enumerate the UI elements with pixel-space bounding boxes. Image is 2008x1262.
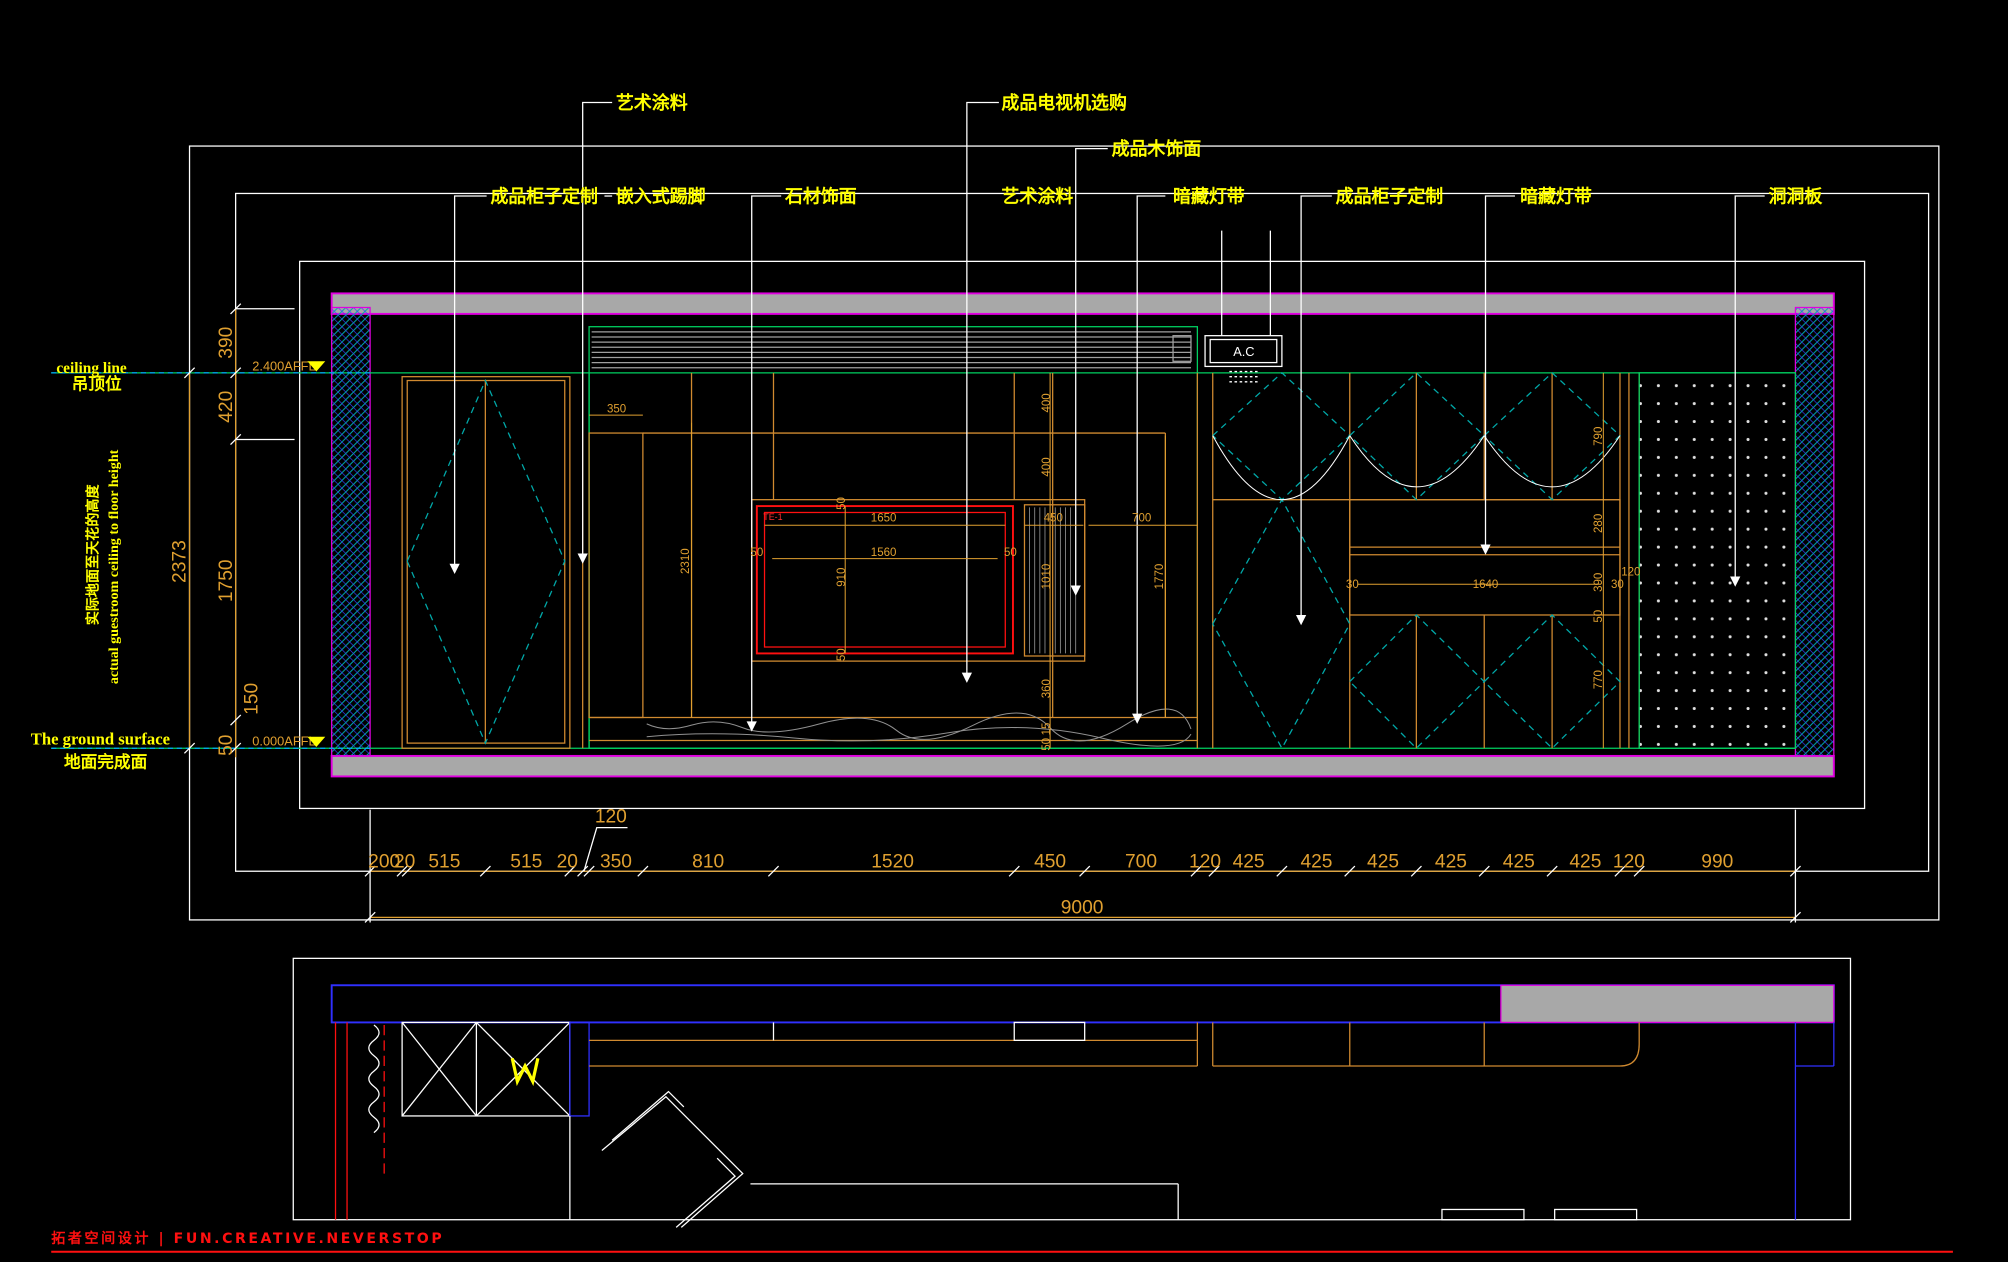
height-note-en: actual guestroom ceiling to floor height	[106, 449, 122, 684]
idim-280: 280	[1593, 514, 1605, 533]
callout-led-left: 暗藏灯带	[1173, 185, 1245, 207]
ground-surface-cn: 地面完成面	[64, 751, 148, 771]
left-notes: ceiling line 吊顶位 实际地面至天花的高度 actual guest…	[31, 360, 170, 772]
idim-30b: 30	[1611, 579, 1624, 591]
callout-art-paint-mid: 艺术涂料	[1001, 185, 1073, 207]
idim-50d: 50	[836, 648, 848, 661]
ac-label: A.C	[1233, 344, 1254, 359]
idim-50c: 50	[836, 497, 848, 510]
idim-770: 770	[1593, 670, 1605, 689]
cad-elevation-drawing: 艺术涂料 成品电视机选购 成品木饰面 成品柜子定制 嵌入式踢脚 石材饰面 艺术涂…	[31, 92, 1953, 1253]
idim-1650: 1650	[871, 512, 897, 524]
hdim-total-9000: 9000	[1061, 898, 1104, 919]
slabs	[330, 292, 1835, 778]
idim-30a: 30	[1346, 579, 1359, 591]
hdim-515b: 515	[510, 851, 542, 872]
hdim-450: 450	[1034, 851, 1066, 872]
idim-350: 350	[607, 404, 626, 416]
hdim-425e: 425	[1503, 851, 1535, 872]
level-marks: 2.400AFFL 0.000AFFL	[252, 358, 326, 749]
idim-1010: 1010	[1041, 564, 1053, 590]
idim-50f: 50	[1593, 610, 1605, 623]
idim-tag: TE-1	[763, 512, 782, 522]
hdim-425c: 425	[1367, 851, 1399, 872]
hdim-990: 990	[1701, 851, 1733, 872]
level-top: 2.400AFFL	[252, 358, 315, 373]
hdim-20b: 20	[557, 851, 578, 872]
vdim-1750: 1750	[216, 559, 237, 602]
idim-400a: 400	[1041, 393, 1053, 412]
callout-wood-finish: 成品木饰面	[1112, 138, 1202, 160]
idim-700: 700	[1132, 512, 1151, 524]
hdim-20a: 20	[394, 851, 415, 872]
idim-360: 360	[1041, 679, 1053, 698]
callout-led-right: 暗藏灯带	[1520, 185, 1592, 207]
left-wall-hatch	[331, 306, 371, 757]
idim-1560: 1560	[871, 547, 897, 559]
hdim-350: 350	[600, 851, 632, 872]
idim-1770: 1770	[1154, 564, 1166, 590]
right-wall-hatch	[1794, 306, 1835, 757]
vdim-150: 150	[241, 683, 262, 715]
hdim-700: 700	[1125, 851, 1157, 872]
idim-15: 15	[1041, 723, 1053, 736]
idim-400b: 400	[1041, 457, 1053, 476]
plan-view	[330, 984, 1835, 1228]
hdim-425d: 425	[1435, 851, 1467, 872]
callout-art-paint-top: 艺术涂料	[616, 92, 688, 114]
hdim-425f: 425	[1569, 851, 1601, 872]
vdim-390: 390	[216, 327, 237, 359]
floor-slab	[330, 754, 1835, 778]
callout-labels: 艺术涂料 成品电视机选购 成品木饰面 成品柜子定制 嵌入式踢脚 石材饰面 艺术涂…	[490, 92, 1822, 208]
reference-lines	[51, 308, 1796, 749]
vdim-50: 50	[216, 735, 237, 756]
hdim-425a: 425	[1233, 851, 1265, 872]
horizontal-dimension-text: 200 20 515 515 20 350 810 1520 450 700 1…	[368, 807, 1733, 919]
idim-50e: 50	[1041, 738, 1053, 751]
tv-wall	[588, 326, 1199, 749]
idim-390b: 390	[1593, 573, 1605, 592]
hdim-425b: 425	[1300, 851, 1332, 872]
callout-cabinet-left: 成品柜子定制	[490, 185, 598, 207]
vdim-2373: 2373	[170, 540, 191, 583]
idim-50b: 50	[1004, 547, 1017, 559]
callout-cabinet-right: 成品柜子定制	[1336, 185, 1444, 207]
idim-1640: 1640	[1473, 579, 1499, 591]
height-note-cn: 实际地面至天花的高度	[84, 483, 101, 625]
inner-dimension-lines	[589, 372, 1604, 749]
hdim-810: 810	[692, 851, 724, 872]
idim-910: 910	[836, 568, 848, 587]
vertical-dimensions	[183, 303, 242, 758]
hdim-120a: 120	[1189, 851, 1221, 872]
left-wardrobe	[401, 372, 590, 749]
hdim-515a: 515	[428, 851, 460, 872]
level-bottom: 0.000AFFL	[252, 734, 315, 749]
vdim-420: 420	[216, 391, 237, 423]
hdim-120b: 120	[1613, 851, 1645, 872]
idim-450: 450	[1044, 512, 1063, 524]
idim-2310: 2310	[680, 548, 692, 574]
tv-screen	[755, 505, 1014, 655]
idim-50a: 50	[750, 547, 763, 559]
callout-perforated: 洞洞板	[1769, 185, 1823, 207]
callout-kick: 嵌入式踢脚	[616, 185, 706, 207]
ground-surface-en: The ground surface	[31, 729, 170, 748]
ceiling-slab	[330, 292, 1835, 315]
idim-120: 120	[1621, 566, 1640, 578]
right-cabinet	[1196, 371, 1797, 750]
vertical-dimension-text: 390 420 2373 1750 150 50	[170, 327, 263, 756]
idim-790: 790	[1593, 427, 1605, 446]
ceiling-line-cn: 吊顶位	[72, 373, 122, 393]
footer-brand: 拓者空间设计 | FUN.CREATIVE.NEVERSTOP	[51, 1230, 444, 1247]
hdim-120-extra: 120	[595, 807, 627, 828]
callout-stone: 石材饰面	[784, 185, 857, 207]
callout-tv: 成品电视机选购	[1001, 92, 1127, 114]
hdim-1520: 1520	[871, 851, 914, 872]
